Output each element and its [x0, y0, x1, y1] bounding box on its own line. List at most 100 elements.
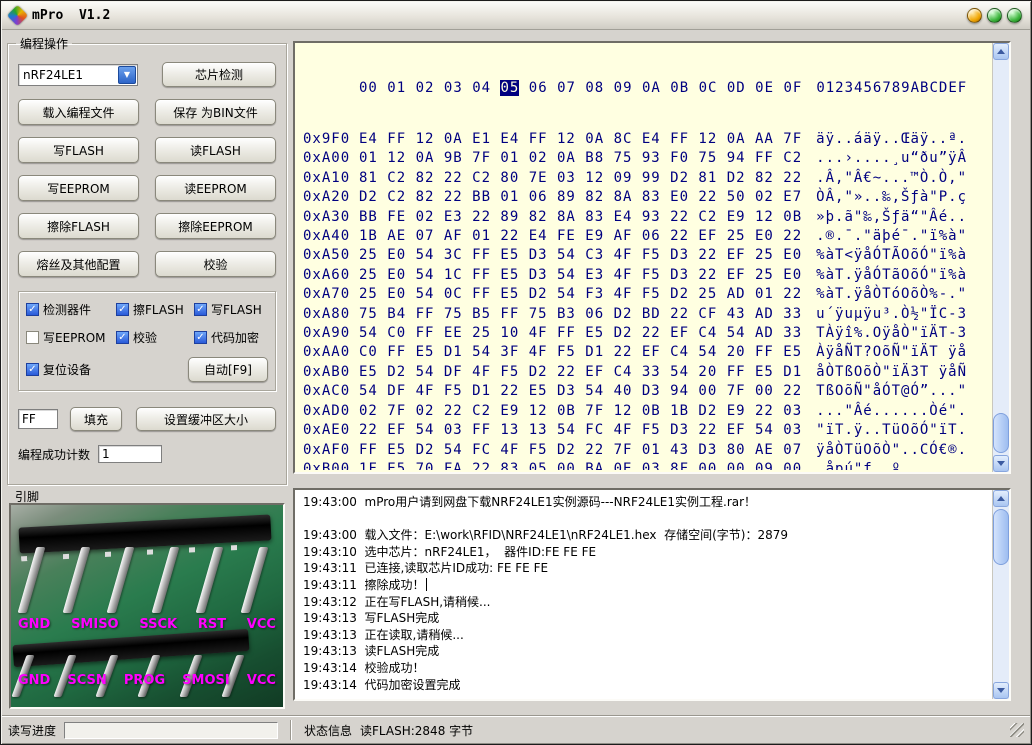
triangle-down-icon — [997, 461, 1005, 466]
hex-address: 0x9F0 — [303, 130, 359, 149]
save-as-bin-button[interactable]: 保存 为BIN文件 — [155, 99, 276, 125]
fill-button[interactable]: 填充 — [70, 407, 122, 431]
scrollbar-thumb[interactable] — [993, 509, 1009, 565]
erase-flash-button[interactable]: 擦除FLASH — [18, 213, 139, 239]
log-lines: 19:43:00 mPro用户请到网盘下载NRF24LE1实例源码---NRF2… — [303, 494, 989, 697]
detect-device-checkbox[interactable]: ✓检测器件 — [26, 301, 116, 318]
hex-address: 0xAA0 — [303, 343, 359, 362]
checkbox-checked-icon: ✓ — [194, 331, 207, 344]
read-flash-button[interactable]: 读FLASH — [155, 137, 276, 163]
hex-row: 0xA401B AE 07 AF 01 22 E4 FE E9 AF 06 22… — [303, 227, 989, 246]
pcb-photo: GNDSMISOSSCKRSTVCC GNDSCSNPROGSMOSIVCC — [11, 505, 283, 707]
log-output[interactable]: 19:43:00 mPro用户请到网盘下载NRF24LE1实例源码---NRF2… — [293, 488, 1011, 701]
write-flash-checkbox[interactable]: ✓写FLASH — [194, 301, 268, 318]
hex-ascii: .®.¯."äþé¯."ï%à" — [816, 228, 967, 244]
hex-viewer[interactable]: 00 01 02 03 04 05 06 07 08 09 0A 0B 0C 0… — [293, 41, 1011, 474]
hex-col-label: 0F — [783, 80, 802, 96]
hex-address: 0xA40 — [303, 227, 359, 246]
hex-row: 0xA20D2 C2 82 22 BB 01 06 89 82 8A 83 E0… — [303, 188, 989, 207]
hex-bytes: BB FE 02 E3 22 89 82 8A 83 E4 93 22 C2 E… — [359, 209, 802, 225]
hex-bytes: 25 E0 54 1C FF E5 D3 54 E3 4F F5 D3 22 E… — [359, 267, 802, 283]
write-eeprom-checkbox[interactable]: 写EEPROM — [26, 329, 116, 346]
options-frame: ✓检测器件✓擦FLASH✓写FLASH 写EEPROM✓校验✓代码加密 ✓复位设备… — [18, 291, 276, 391]
hex-bytes: FF E5 D2 54 FC 4F F5 D2 22 7F 01 43 D3 8… — [359, 442, 802, 458]
hex-address: 0xA60 — [303, 266, 359, 285]
fill-value-input[interactable] — [18, 409, 58, 429]
app-window: mPro V1.2 编程操作 nRF24LE1 ▼ 芯片检测 载入编程文件保存 … — [0, 0, 1032, 745]
text-caret — [426, 578, 427, 591]
resize-grip[interactable] — [1010, 723, 1024, 737]
buffer-size-button[interactable]: 设置缓冲区大小 — [136, 407, 276, 431]
success-count-input[interactable] — [98, 445, 162, 463]
hex-row: 0xAC054 DF 4F F5 D1 22 E5 D3 54 40 D3 94… — [303, 382, 989, 401]
hex-bytes: 02 7F 02 22 C2 E9 12 0B 7F 12 0B 1B D2 E… — [359, 403, 802, 419]
hex-col-label: 09 — [614, 80, 633, 96]
read-eeprom-button[interactable]: 读EEPROM — [155, 175, 276, 201]
hex-bytes: 1F E5 70 FA 22 83 05 00 BA 0E 03 8F 00 0… — [359, 461, 802, 470]
hex-col-label: 08 — [585, 80, 604, 96]
hex-row: 0xAD002 7F 02 22 C2 E9 12 0B 7F 12 0B 1B… — [303, 402, 989, 421]
hex-ascii: ÒÂ‚"»..‰‚Šƒà"P.ç — [816, 189, 967, 205]
log-scrollbar[interactable] — [992, 490, 1009, 699]
close-button[interactable] — [1007, 8, 1022, 23]
titlebar[interactable]: mPro V1.2 — [2, 2, 1030, 30]
write-flash-button[interactable]: 写FLASH — [18, 137, 139, 163]
erase-flash-checkbox[interactable]: ✓擦FLASH — [116, 301, 194, 318]
code-encrypt-checkbox[interactable]: ✓代码加密 — [194, 329, 268, 346]
hex-col-label: 0E — [755, 80, 774, 96]
log-line — [303, 511, 989, 528]
log-line: 19:43:10 选中芯片：nRF24LE1， 器件ID:FE FE FE — [303, 544, 989, 561]
fuse-config-button[interactable]: 熔丝及其他配置 — [18, 251, 139, 277]
erase-eeprom-button[interactable]: 擦除EEPROM — [155, 213, 276, 239]
maximize-button[interactable] — [987, 8, 1002, 23]
fill-row: 填充 设置缓冲区大小 — [18, 407, 276, 431]
pin — [107, 547, 135, 613]
hex-address: 0xAE0 — [303, 421, 359, 440]
scroll-up-button[interactable] — [993, 43, 1009, 60]
hex-ascii: TßOõÑ"åÓT@Ó”..." — [816, 383, 967, 399]
pin-label: VCC — [247, 673, 276, 688]
scroll-up-button[interactable] — [993, 490, 1009, 507]
hex-bytes: 54 C0 FF EE 25 10 4F FF E5 D2 22 EF C4 5… — [359, 325, 802, 341]
log-line: 19:43:12 正在写FLASH,请稍候... — [303, 594, 989, 611]
group-title: 编程操作 — [16, 35, 72, 52]
hex-address: 0xAD0 — [303, 402, 359, 421]
hex-ascii: TÀÿî%.OÿåÒ"ïÄT-3 — [816, 325, 967, 341]
hex-address: 0xAF0 — [303, 441, 359, 460]
hex-bytes: 81 C2 82 22 C2 80 7E 03 12 09 99 D2 81 D… — [359, 170, 802, 186]
pin-label: SMOSI — [182, 673, 230, 688]
hex-address: 0xAB0 — [303, 363, 359, 382]
reset-device-checkbox[interactable]: ✓复位设备 — [26, 361, 91, 378]
programming-operations-group: 编程操作 nRF24LE1 ▼ 芯片检测 载入编程文件保存 为BIN文件写FLA… — [7, 35, 287, 485]
hex-bytes: D2 C2 82 22 BB 01 06 89 82 8A 83 E0 22 5… — [359, 189, 802, 205]
scroll-down-button[interactable] — [993, 455, 1009, 472]
pin-label: GND — [18, 673, 50, 688]
hex-ascii: ...›....¸u“ðu”ÿÂ — [816, 150, 967, 166]
auto-f9-button[interactable]: 自动[F9] — [188, 357, 268, 382]
chevron-down-icon[interactable]: ▼ — [118, 66, 136, 84]
count-row: 编程成功计数 — [18, 445, 276, 463]
verify-checkbox[interactable]: ✓校验 — [116, 329, 194, 346]
minimize-button[interactable] — [967, 8, 982, 23]
scrollbar-thumb[interactable] — [993, 413, 1009, 453]
triangle-up-icon — [997, 49, 1005, 54]
hex-ascii: %àT.ÿåÒTóOõÒ%-." — [816, 286, 967, 302]
hex-bytes: 22 EF 54 03 FF 13 13 54 FC 4F F5 D3 22 E… — [359, 422, 802, 438]
hex-address: 0xA00 — [303, 149, 359, 168]
verify-button[interactable]: 校验 — [155, 251, 276, 277]
hex-ascii: ..."Âé......Òé". — [816, 403, 967, 419]
status-info-value: 读FLASH:2848 字节 — [360, 722, 473, 739]
pcb-photo-frame: GNDSMISOSSCKRSTVCC GNDSCSNPROGSMOSIVCC — [9, 503, 285, 709]
write-eeprom-button[interactable]: 写EEPROM — [18, 175, 139, 201]
pin — [151, 547, 179, 613]
status-info-label: 状态信息 — [304, 722, 352, 739]
hex-scrollbar[interactable] — [992, 43, 1009, 472]
hex-row: 0xAA0C0 FF E5 D1 54 3F 4F F5 D1 22 EF C4… — [303, 343, 989, 362]
chip-select-combobox[interactable]: nRF24LE1 ▼ — [18, 64, 138, 86]
hex-col-label: 0D — [727, 80, 746, 96]
hex-col-label: 0B — [670, 80, 689, 96]
load-program-file-button[interactable]: 载入编程文件 — [18, 99, 139, 125]
hex-col-label: 02 — [416, 80, 435, 96]
chip-detect-button[interactable]: 芯片检测 — [162, 62, 276, 87]
scroll-down-button[interactable] — [993, 682, 1009, 699]
